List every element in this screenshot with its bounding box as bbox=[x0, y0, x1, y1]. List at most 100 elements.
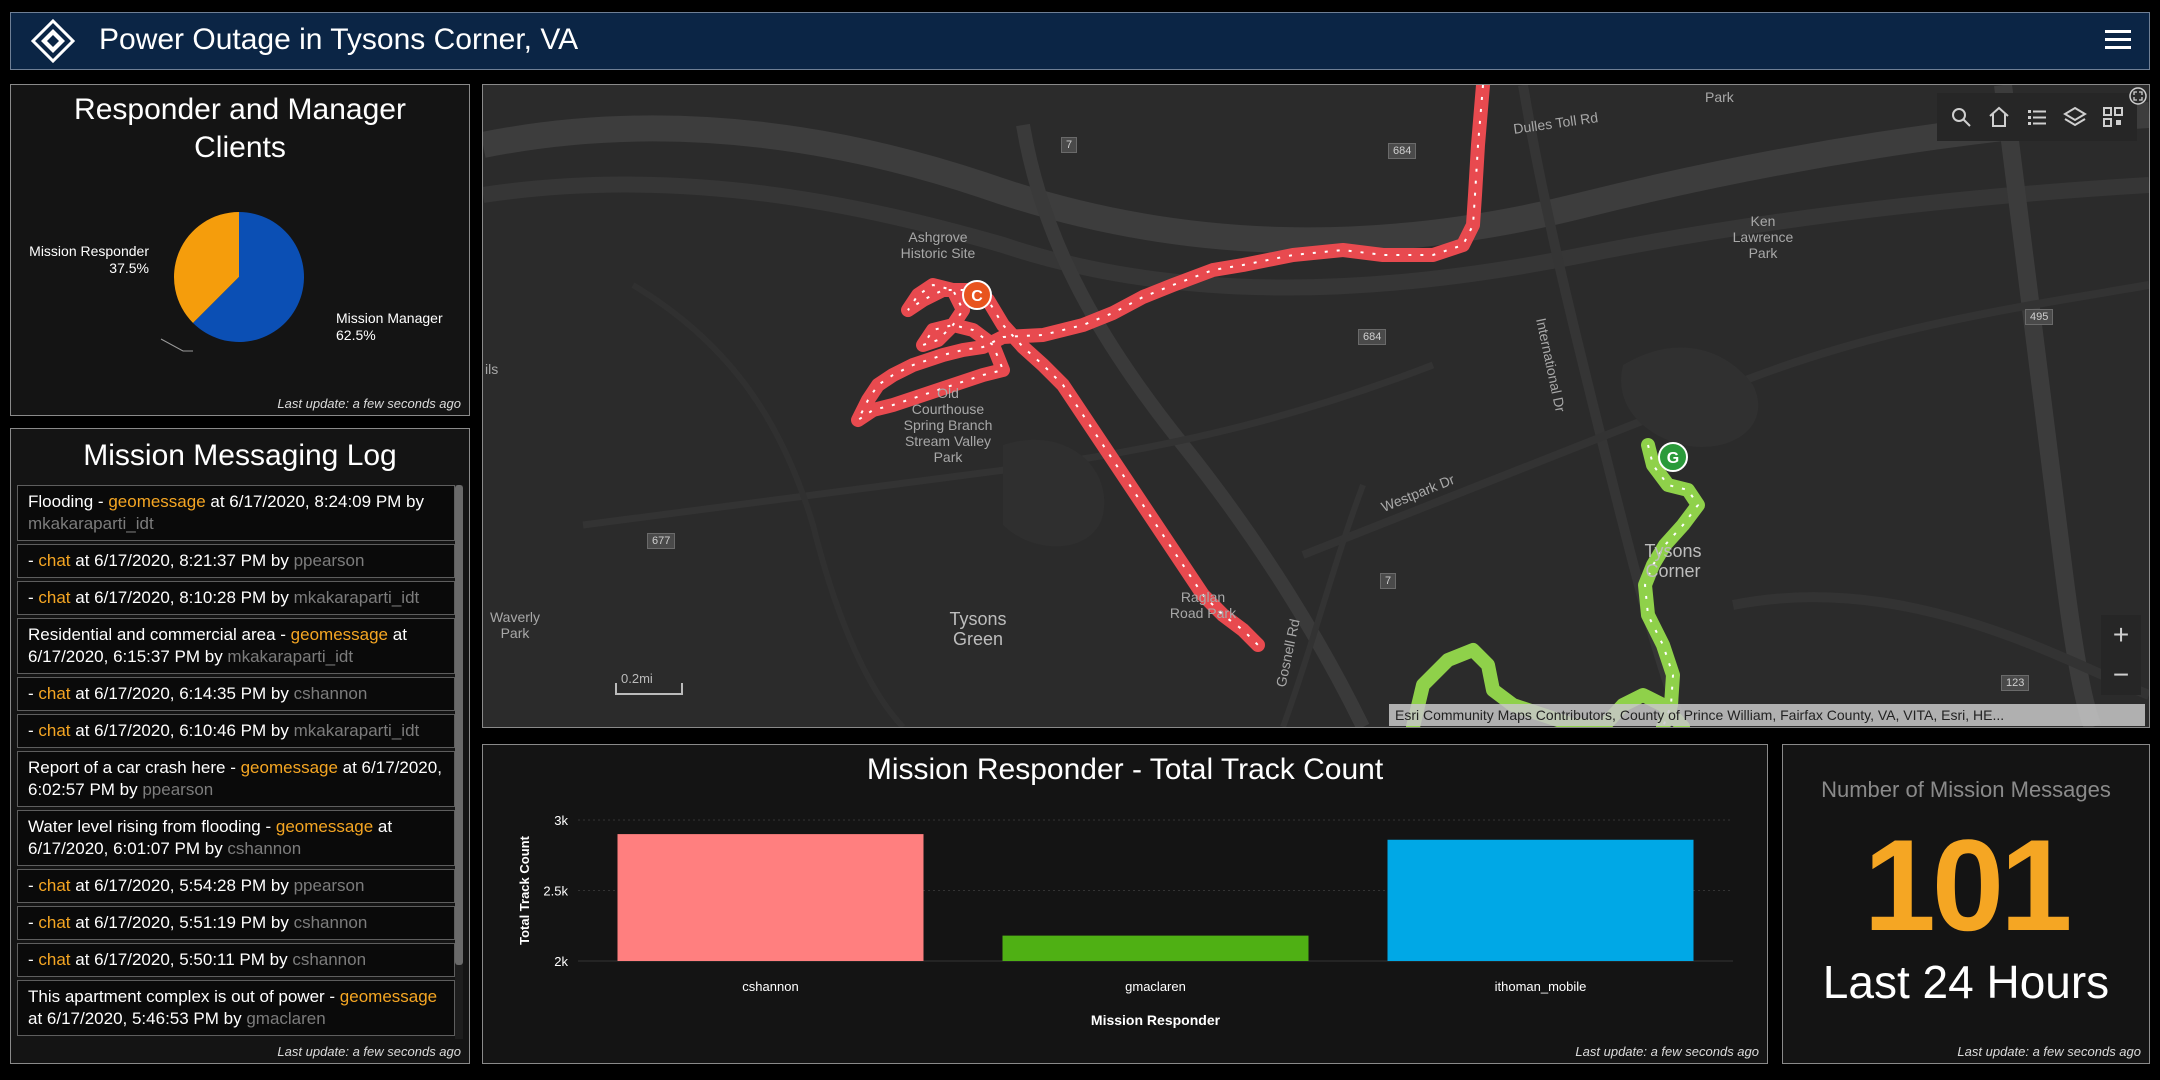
map-canvas[interactable]: C G bbox=[483, 85, 2149, 727]
green-responder-track[interactable] bbox=[1638, 438, 1705, 727]
log-item-username[interactable]: cshannon bbox=[227, 839, 301, 858]
log-item-username[interactable]: mkakaraparti_idt bbox=[294, 721, 420, 740]
layers-icon[interactable] bbox=[2063, 105, 2087, 129]
log-scrollbar[interactable] bbox=[455, 485, 463, 1039]
log-item-message-type[interactable]: chat bbox=[38, 684, 70, 703]
log-item[interactable]: Flooding - geomessage at 6/17/2020, 8:24… bbox=[17, 485, 455, 541]
log-panel-title: Mission Messaging Log bbox=[83, 439, 397, 472]
log-item-username[interactable]: gmaclaren bbox=[246, 1009, 325, 1028]
log-item-timestamp: at 6/17/2020, 5:46:53 PM by bbox=[28, 1009, 247, 1028]
map-label-park: Park bbox=[1705, 89, 1734, 105]
log-item-message-type[interactable]: geomessage bbox=[340, 987, 437, 1006]
log-item[interactable]: - chat at 6/17/2020, 5:51:19 PM by cshan… bbox=[17, 906, 455, 940]
x-tick-label: cshannon bbox=[742, 979, 798, 994]
x-tick-label: gmaclaren bbox=[1125, 979, 1186, 994]
track-count-chart-panel: Mission Responder - Total Track Count 2k… bbox=[482, 744, 1768, 1064]
log-item[interactable]: - chat at 6/17/2020, 5:54:28 PM by ppear… bbox=[17, 869, 455, 903]
log-item[interactable]: This apartment complex is out of power -… bbox=[17, 980, 455, 1036]
bar-chart: 2k 2.5k 3k cshannon gmaclaren ithoman_mobile M… bbox=[517, 813, 1733, 1028]
map-toolbar bbox=[1937, 93, 2137, 141]
log-item[interactable]: Report of a car crash here - geomessage … bbox=[17, 751, 455, 807]
list-icon[interactable] bbox=[2025, 105, 2049, 129]
kpi-subtitle: Last 24 Hours bbox=[1822, 956, 2110, 1008]
log-item-text: This apartment complex is out of power - bbox=[28, 987, 340, 1006]
log-item-message-type[interactable]: chat bbox=[38, 876, 70, 895]
bar-cshannon[interactable] bbox=[617, 834, 924, 961]
route-shield-684: 684 bbox=[1388, 143, 1417, 159]
map-label-old-courthouse: Old Courthouse Spring Branch Stream Vall… bbox=[903, 385, 993, 465]
marker-c-label: C bbox=[971, 288, 983, 305]
x-axis-label: Mission Responder bbox=[1091, 1012, 1221, 1028]
map-label-ken-lawrence: Ken Lawrence Park bbox=[1732, 213, 1794, 261]
route-shield-123: 123 bbox=[2001, 675, 2030, 691]
route-shield-684: 684 bbox=[1358, 329, 1387, 345]
log-item-message-type[interactable]: geomessage bbox=[241, 758, 338, 777]
log-item-username[interactable]: mkakaraparti_idt bbox=[28, 514, 154, 533]
log-item-message-type[interactable]: geomessage bbox=[291, 625, 388, 644]
map-label-ashgrove: Ashgrove Historic Site bbox=[900, 229, 976, 261]
route-shield-7: 7 bbox=[1061, 137, 1078, 153]
log-item-message-type[interactable]: chat bbox=[38, 588, 70, 607]
log-item-username[interactable]: ppearson bbox=[294, 876, 365, 895]
diamond-logo-icon bbox=[31, 19, 75, 63]
scale-bar bbox=[615, 683, 683, 695]
pie-label-responder: Mission Responder 37.5% bbox=[29, 243, 149, 276]
log-item-text: - bbox=[28, 950, 39, 969]
bar-gmaclaren[interactable] bbox=[1002, 935, 1309, 961]
log-item-message-type[interactable]: chat bbox=[38, 551, 70, 570]
local-road bbox=[631, 282, 906, 727]
log-item-message-type[interactable]: chat bbox=[38, 721, 70, 740]
map-label-tysons-green: Tysons Green bbox=[949, 609, 1007, 649]
bar-ithoman_mobile[interactable] bbox=[1387, 839, 1694, 961]
last-update-text: Last update: a few seconds ago bbox=[1575, 1044, 1759, 1059]
page-title: Power Outage in Tysons Corner, VA bbox=[99, 23, 579, 56]
log-item-text: - bbox=[28, 588, 39, 607]
y-tick-label: 2.5k bbox=[543, 884, 568, 899]
log-item[interactable]: - chat at 6/17/2020, 6:14:35 PM by cshan… bbox=[17, 677, 455, 711]
map-label-tysons-corner: Tysons Corner bbox=[1644, 541, 1702, 581]
log-item-username[interactable]: mkakaraparti_idt bbox=[294, 588, 420, 607]
zoom-in-button[interactable]: + bbox=[2101, 615, 2141, 655]
log-item-text: Residential and commercial area - bbox=[28, 625, 291, 644]
log-item-username[interactable]: cshannon bbox=[292, 950, 366, 969]
qr-icon[interactable] bbox=[2101, 105, 2125, 129]
log-item-message-type[interactable]: geomessage bbox=[276, 817, 373, 836]
log-item[interactable]: Residential and commercial area - geomes… bbox=[17, 618, 455, 674]
fullscreen-icon[interactable] bbox=[2129, 87, 2147, 105]
map-label-waverly: Waverly Park bbox=[489, 609, 541, 641]
log-item-message-type[interactable]: chat bbox=[38, 950, 70, 969]
log-item-message-type[interactable]: geomessage bbox=[108, 492, 205, 511]
log-item[interactable]: - chat at 6/17/2020, 5:50:11 PM by cshan… bbox=[17, 943, 455, 977]
message-log-list[interactable]: Flooding - geomessage at 6/17/2020, 8:24… bbox=[17, 485, 455, 1039]
hamburger-menu-icon[interactable] bbox=[2101, 23, 2135, 57]
log-scrollbar-thumb[interactable] bbox=[455, 485, 463, 965]
log-item-timestamp: at 6/17/2020, 8:10:28 PM by bbox=[70, 588, 294, 607]
log-item-text: - bbox=[28, 876, 39, 895]
log-item-username[interactable]: mkakaraparti_idt bbox=[227, 647, 353, 666]
zoom-control: + − bbox=[2101, 615, 2141, 695]
last-update-text: Last update: a few seconds ago bbox=[277, 396, 461, 411]
log-item-message-type[interactable]: chat bbox=[38, 913, 70, 932]
log-item[interactable]: - chat at 6/17/2020, 8:21:37 PM by ppear… bbox=[17, 544, 455, 578]
x-tick-label: ithoman_mobile bbox=[1495, 979, 1587, 994]
log-item-username[interactable]: ppearson bbox=[142, 780, 213, 799]
log-item-timestamp: at 6/17/2020, 5:51:19 PM by bbox=[70, 913, 294, 932]
log-item-text: Flooding - bbox=[28, 492, 109, 511]
log-item[interactable]: - chat at 6/17/2020, 6:10:46 PM by mkaka… bbox=[17, 714, 455, 748]
log-item-timestamp: at 6/17/2020, 6:10:46 PM by bbox=[70, 721, 294, 740]
zoom-out-button[interactable]: − bbox=[2101, 655, 2141, 695]
log-item-username[interactable]: ppearson bbox=[294, 551, 365, 570]
log-item-username[interactable]: cshannon bbox=[294, 684, 368, 703]
log-item-text: - bbox=[28, 913, 39, 932]
log-item-timestamp: at 6/17/2020, 5:54:28 PM by bbox=[70, 876, 294, 895]
home-icon[interactable] bbox=[1987, 105, 2011, 129]
log-item[interactable]: - chat at 6/17/2020, 8:10:28 PM by mkaka… bbox=[17, 581, 455, 615]
log-item-timestamp: at 6/17/2020, 8:21:37 PM by bbox=[70, 551, 294, 570]
last-update-text: Last update: a few seconds ago bbox=[277, 1044, 461, 1059]
map-attribution[interactable]: Esri Community Maps Contributors, County… bbox=[1389, 704, 2145, 726]
search-icon[interactable] bbox=[1949, 105, 1973, 129]
log-item-timestamp: at 6/17/2020, 6:14:35 PM by bbox=[70, 684, 294, 703]
map-view[interactable]: C G Park Dulles Toll Rd Ashgrove Histori… bbox=[482, 84, 2150, 728]
log-item-username[interactable]: cshannon bbox=[294, 913, 368, 932]
log-item[interactable]: Water level rising from flooding - geome… bbox=[17, 810, 455, 866]
